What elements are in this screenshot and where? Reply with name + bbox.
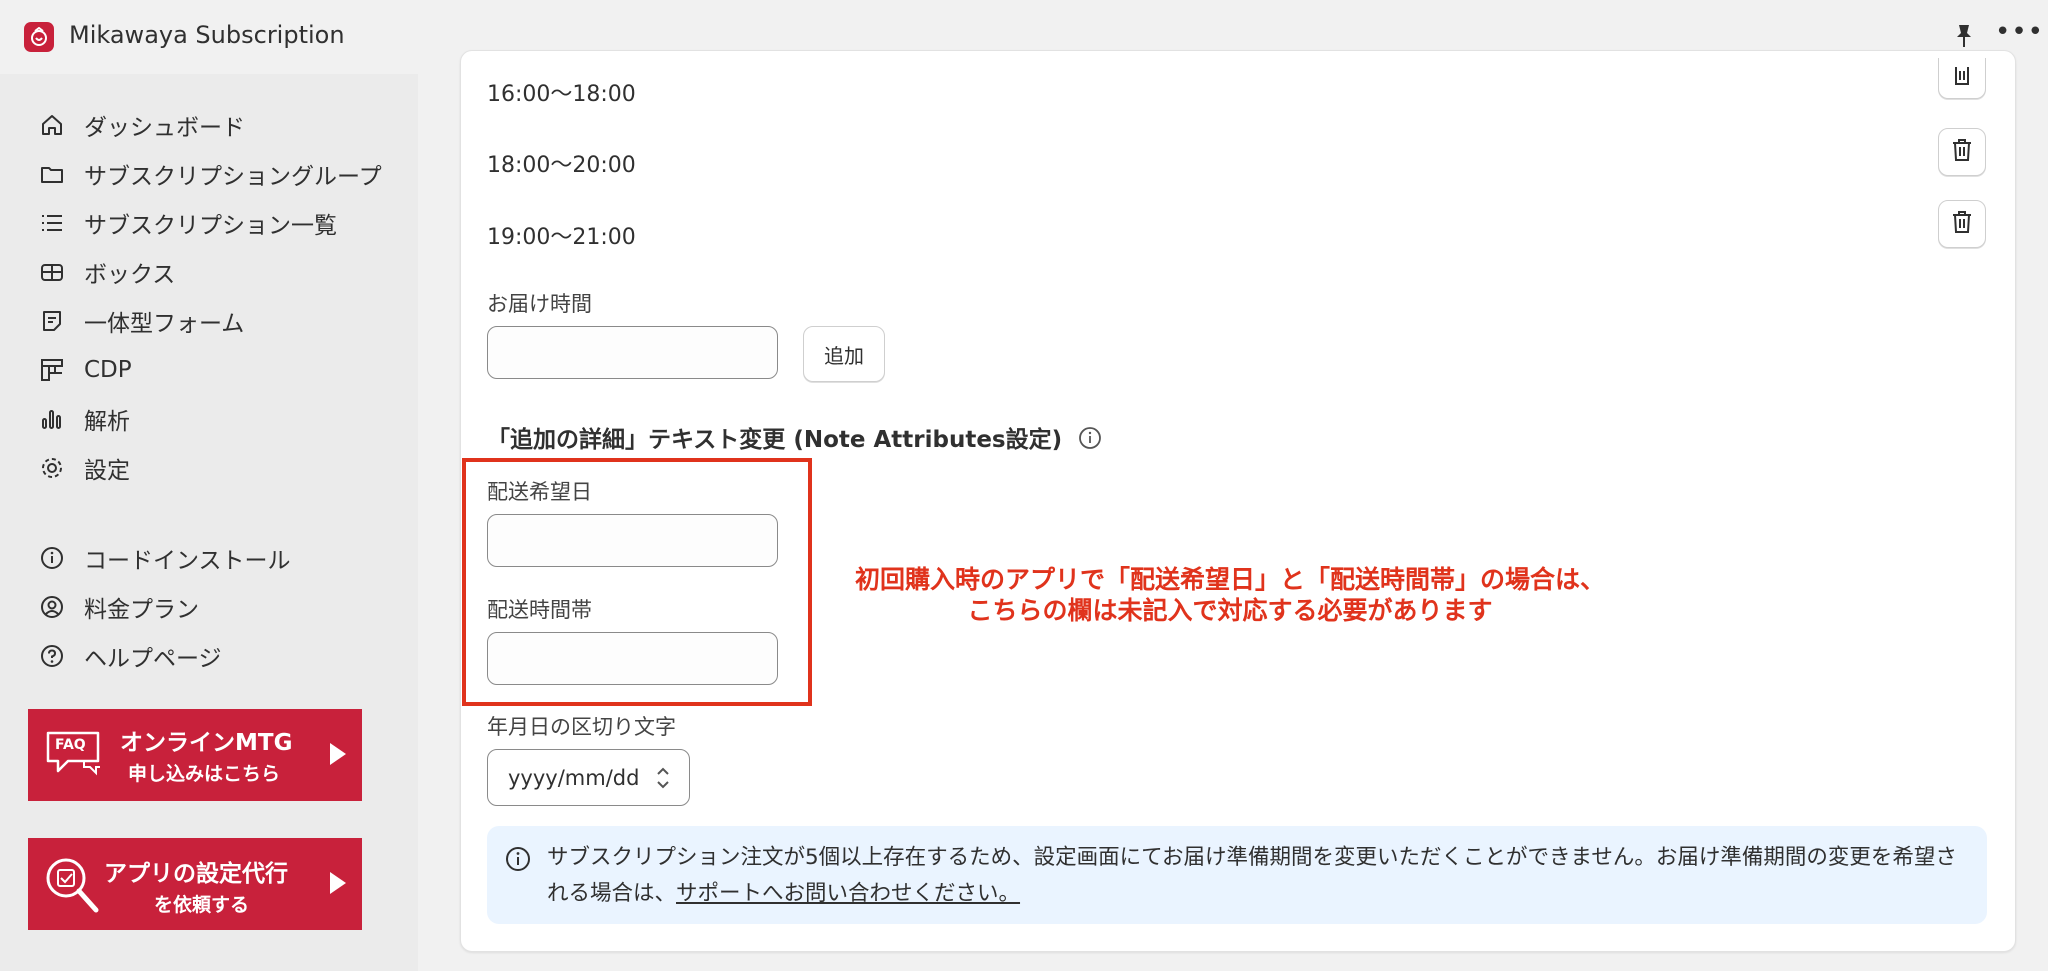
home-icon	[38, 111, 66, 139]
delete-slot-button[interactable]	[1938, 200, 1986, 248]
magnifier-check-icon	[42, 854, 100, 920]
sidebar-item-subscription-groups[interactable]: サブスクリプショングループ	[38, 154, 408, 194]
gear-icon	[38, 454, 66, 482]
info-banner: サブスクリプション注文が5個以上存在するため、設定画面にてお届け準備期間を変更い…	[487, 826, 1987, 924]
info-circle-icon	[505, 846, 531, 876]
delivery-time-label: お届け時間	[487, 292, 592, 316]
sidebar-item-label: 一体型フォーム	[84, 311, 245, 337]
annotation-note: 初回購入時のアプリで「配送希望日」と「配送時間帯」の場合は、 こちらの欄は未記入…	[830, 564, 1630, 626]
sidebar-item-settings[interactable]: 設定	[38, 448, 408, 488]
sidebar-item-pricing[interactable]: 料金プラン	[38, 587, 408, 627]
promo-setup-title: アプリの設定代行	[104, 861, 288, 887]
sidebar-item-label: 設定	[84, 458, 130, 484]
promo-setup-subtitle: を依頼する	[154, 894, 250, 916]
sidebar-item-subscription-list[interactable]: サブスクリプション一覧	[38, 203, 408, 243]
desired-date-input[interactable]	[487, 514, 778, 567]
more-options-icon[interactable]: •••	[1995, 19, 2043, 50]
sidebar-item-label: ヘルプページ	[84, 646, 222, 672]
delete-slot-button[interactable]	[1938, 128, 1986, 176]
sidebar-item-label: サブスクリプション一覧	[84, 213, 337, 239]
sidebar-item-label: 料金プラン	[84, 597, 199, 623]
note-attributes-section-title: 「追加の詳細」テキスト変更 (Note Attributes設定)	[487, 420, 1102, 456]
date-separator-select[interactable]: yyyy/mm/dd	[487, 749, 690, 806]
arrow-right-icon	[330, 743, 346, 765]
trash-icon	[1951, 210, 1973, 238]
setup-service-banner[interactable]: アプリの設定代行 を依頼する	[28, 838, 362, 930]
pin-icon[interactable]	[1950, 22, 1978, 50]
sidebar-item-label: CDP	[84, 357, 132, 383]
add-time-button[interactable]: 追加	[803, 326, 885, 382]
list-icon	[38, 209, 66, 237]
sidebar-item-label: ボックス	[84, 262, 176, 288]
info-circle-icon[interactable]	[1078, 426, 1102, 456]
app-logo	[24, 22, 54, 52]
time-slot-label: 配送時間帯	[487, 598, 592, 622]
desired-date-label: 配送希望日	[487, 480, 592, 504]
help-icon	[38, 642, 66, 670]
time-slot-item: 19:00〜21:00	[487, 225, 636, 250]
faq-badge: FAQ	[55, 737, 86, 753]
select-value: yyyy/mm/dd	[508, 765, 640, 790]
sidebar-item-label: コードインストール	[84, 548, 291, 574]
sidebar-item-integrated-form[interactable]: 一体型フォーム	[38, 301, 408, 341]
app-title: Mikawaya Subscription	[69, 21, 345, 49]
time-slot-item: 16:00〜18:00	[487, 82, 636, 107]
time-slot-input[interactable]	[487, 632, 778, 685]
section-title-text: 「追加の詳細」テキスト変更 (Note Attributes設定)	[487, 427, 1063, 453]
annotation-line: 初回購入時のアプリで「配送希望日」と「配送時間帯」の場合は、	[854, 565, 1605, 594]
contact-support-link[interactable]: サポートへお問い合わせください。	[676, 881, 1020, 906]
folder-icon	[38, 160, 66, 188]
sidebar-item-label: ダッシュボード	[84, 115, 245, 141]
banner-text: サブスクリプション注文が5個以上存在するため、設定画面にてお届け準備期間を変更い…	[547, 840, 1967, 912]
delete-slot-button[interactable]	[1938, 58, 1986, 99]
delivery-time-input[interactable]	[487, 326, 778, 379]
sidebar-item-dashboard[interactable]: ダッシュボード	[38, 105, 408, 145]
sidebar-item-help[interactable]: ヘルプページ	[38, 636, 408, 676]
sidebar: ダッシュボード サブスクリプショングループ サブスクリプション一覧 ボックス 一…	[0, 74, 418, 971]
online-meeting-banner[interactable]: FAQ オンラインMTG 申し込みはこちら	[28, 709, 362, 801]
promo-meeting-subtitle: 申し込みはこちら	[128, 763, 281, 785]
info-icon	[38, 544, 66, 572]
sidebar-item-box[interactable]: ボックス	[38, 252, 408, 292]
sidebar-item-cdp[interactable]: CDP	[38, 350, 408, 390]
sidebar-item-analytics[interactable]: 解析	[38, 399, 408, 439]
gift-icon	[38, 258, 66, 286]
promo-meeting-title: オンラインMTG	[120, 730, 293, 756]
sidebar-item-code-install[interactable]: コードインストール	[38, 538, 408, 578]
grid-icon	[38, 356, 66, 384]
sidebar-item-label: サブスクリプショングループ	[84, 164, 382, 190]
form-icon	[38, 307, 66, 335]
date-separator-label: 年月日の区切り文字	[487, 715, 676, 739]
trash-icon	[1951, 138, 1973, 166]
chart-icon	[38, 405, 66, 433]
time-slot-item: 18:00〜20:00	[487, 153, 636, 178]
trash-icon	[1951, 65, 1973, 91]
select-chevron-icon	[655, 764, 671, 797]
user-circle-icon	[38, 593, 66, 621]
sidebar-item-label: 解析	[84, 409, 130, 435]
arrow-right-icon	[330, 872, 346, 894]
annotation-line: こちらの欄は未記入で対応する必要があります	[967, 596, 1493, 625]
